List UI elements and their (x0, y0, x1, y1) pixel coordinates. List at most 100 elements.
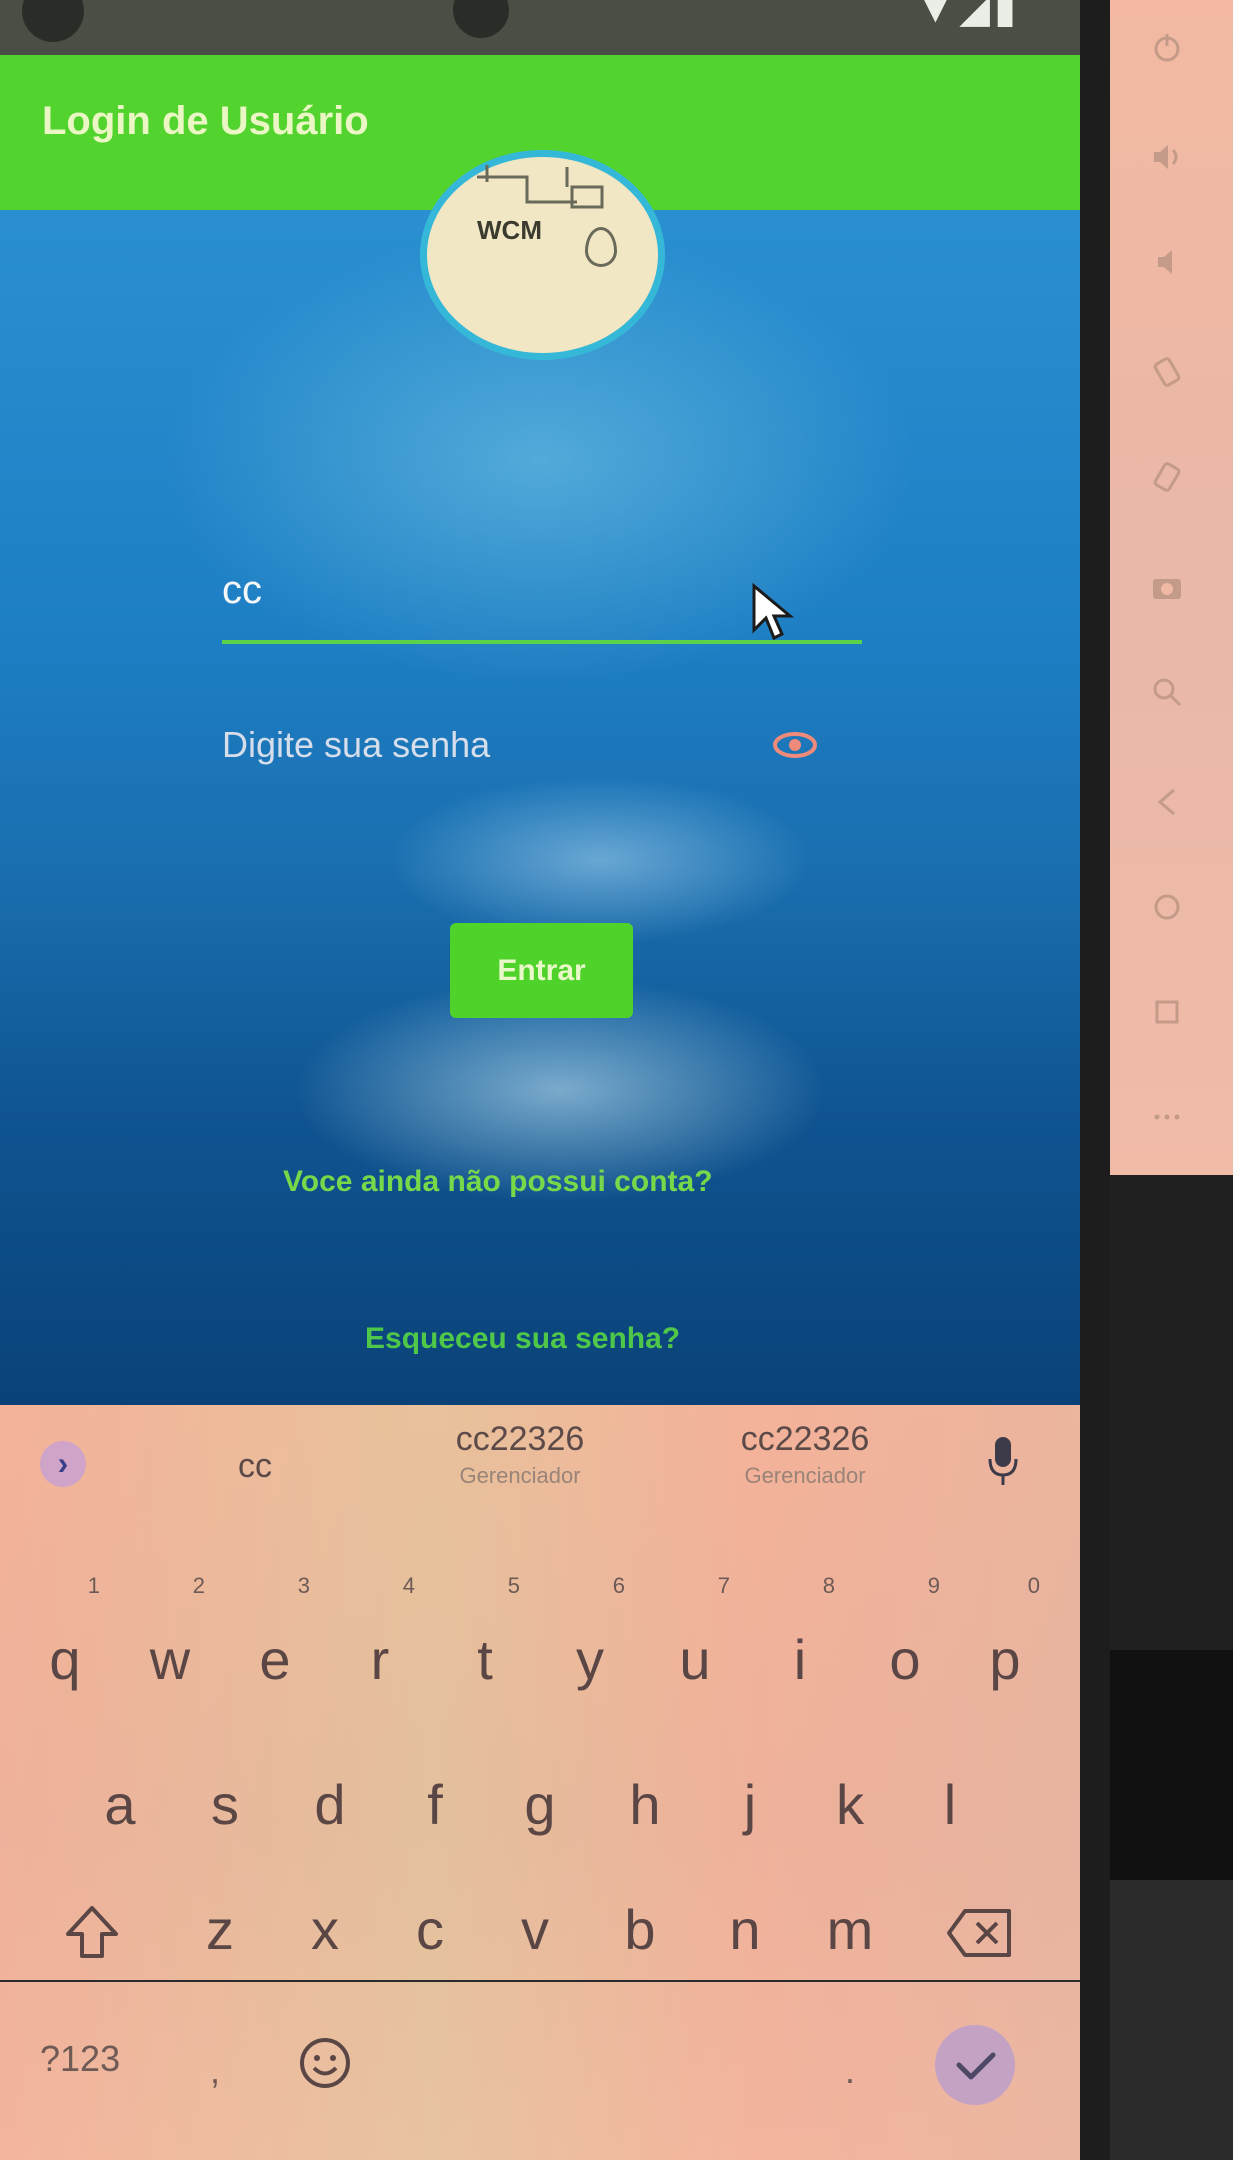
home-icon[interactable] (1150, 890, 1184, 924)
key-s[interactable]: s (180, 1750, 270, 1860)
suggestion-text: cc22326 (455, 1420, 585, 1458)
key-o[interactable]: 9o (860, 1575, 950, 1715)
desktop-side-panel (1080, 0, 1233, 2160)
key-v[interactable]: v (490, 1875, 580, 1985)
power-icon[interactable] (1150, 30, 1184, 64)
volume-up-icon[interactable] (1150, 140, 1184, 174)
shift-icon[interactable] (62, 1902, 122, 1962)
wifi-icon: ▼ (915, 0, 960, 31)
key-d[interactable]: d (285, 1750, 375, 1860)
key-label: e (259, 1628, 291, 1691)
rotate-left-icon[interactable] (1150, 355, 1184, 389)
key-p[interactable]: 0p (960, 1575, 1050, 1715)
signal-icon: ◢ (959, 0, 994, 31)
key-b[interactable]: b (595, 1875, 685, 1985)
logo-text: WCM (477, 215, 542, 245)
key-label: r (370, 1628, 390, 1691)
suggestion-item[interactable]: cc (190, 1447, 320, 1486)
key-label: w (149, 1628, 191, 1691)
key-label: p (989, 1628, 1021, 1691)
key-n[interactable]: n (700, 1875, 790, 1985)
more-icon[interactable] (1150, 1100, 1184, 1134)
front-camera (453, 0, 509, 38)
key-q[interactable]: 1q (20, 1575, 110, 1715)
key-hint: 6 (612, 1573, 625, 1598)
key-y[interactable]: 6y (545, 1575, 635, 1715)
logo-drawing (477, 165, 604, 209)
key-hint: 8 (822, 1573, 835, 1598)
key-f[interactable]: f (390, 1750, 480, 1860)
suggestion-source: Gerenciador (459, 1463, 581, 1488)
key-hint: 7 (717, 1573, 730, 1598)
key-label: u (679, 1628, 711, 1691)
desktop-background (1110, 1650, 1233, 1880)
key-label: t (477, 1628, 493, 1691)
backspace-icon[interactable] (945, 1905, 1015, 1961)
water-drop-icon (585, 227, 617, 267)
key-hint: 4 (402, 1573, 415, 1598)
key-w[interactable]: 2w (125, 1575, 215, 1715)
emoji-icon[interactable] (297, 2035, 353, 2091)
key-c[interactable]: c (385, 1875, 475, 1985)
key-e[interactable]: 3e (230, 1575, 320, 1715)
status-bar: ▼◢▮ (0, 0, 1080, 55)
period-key[interactable]: . (845, 2050, 855, 2092)
key-hint: 0 (1027, 1573, 1040, 1598)
key-h[interactable]: h (600, 1750, 690, 1860)
key-z[interactable]: z (175, 1875, 265, 1985)
key-hint: 3 (297, 1573, 310, 1598)
chevron-right-icon[interactable]: › (40, 1441, 86, 1487)
key-label: o (889, 1628, 921, 1691)
symbols-key[interactable]: ?123 (40, 2038, 120, 2080)
desktop-background (1110, 1175, 1233, 1650)
keyboard-divider (0, 1980, 1080, 1982)
key-hint: 1 (87, 1573, 100, 1598)
notification-icon (22, 0, 84, 42)
key-l[interactable]: l (905, 1750, 995, 1860)
battery-icon: ▮ (993, 0, 1020, 31)
emulator-toolbar (1110, 0, 1233, 1175)
soft-keyboard: › cc cc22326 Gerenciador cc22326 Gerenci… (0, 1405, 1080, 2160)
key-label: q (49, 1628, 81, 1691)
eye-icon[interactable] (770, 725, 820, 765)
volume-down-icon[interactable] (1150, 245, 1184, 279)
key-i[interactable]: 8i (755, 1575, 845, 1715)
zoom-icon[interactable] (1150, 675, 1184, 709)
suggestion-item[interactable]: cc22326 Gerenciador (395, 1420, 645, 1489)
app-title: Login de Usuário (42, 99, 369, 143)
key-k[interactable]: k (805, 1750, 895, 1860)
key-u[interactable]: 7u (650, 1575, 740, 1715)
back-icon[interactable] (1150, 785, 1184, 819)
phone-screen: ▼◢▮ Login de Usuário WCM Entrar Voce ain… (0, 0, 1080, 2160)
suggestion-text: cc22326 (740, 1420, 870, 1458)
overview-icon[interactable] (1150, 995, 1184, 1029)
enter-button[interactable]: Entrar (450, 923, 633, 1018)
rotate-right-icon[interactable] (1150, 460, 1184, 494)
camera-icon[interactable] (1150, 570, 1184, 604)
login-screen: WCM Entrar Voce ainda não possui conta? … (0, 150, 1080, 1405)
key-hint: 5 (507, 1573, 520, 1598)
key-label: i (793, 1628, 807, 1691)
forgot-password-link[interactable]: Esqueceu sua senha? (365, 1322, 680, 1356)
comma-key[interactable]: , (210, 2050, 220, 2092)
suggestion-source: Gerenciador (744, 1463, 866, 1488)
signup-prompt[interactable]: Voce ainda não possui conta? (283, 1165, 713, 1199)
password-input[interactable] (222, 715, 782, 775)
key-g[interactable]: g (495, 1750, 585, 1860)
checkmark-icon (956, 2052, 996, 2080)
wcm-logo: WCM (420, 150, 665, 360)
status-icons: ▼◢▮ (916, 0, 1020, 32)
key-a[interactable]: a (75, 1750, 165, 1860)
key-j[interactable]: j (705, 1750, 795, 1860)
keyboard-enter-key[interactable] (935, 2025, 1015, 2105)
key-x[interactable]: x (280, 1875, 370, 1985)
key-label: y (576, 1628, 604, 1691)
desktop-background (1110, 1880, 1233, 2160)
microphone-icon[interactable] (985, 1433, 1021, 1489)
key-t[interactable]: 5t (440, 1575, 530, 1715)
key-hint: 2 (192, 1573, 205, 1598)
suggestion-item[interactable]: cc22326 Gerenciador (680, 1420, 930, 1489)
key-r[interactable]: 4r (335, 1575, 425, 1715)
key-m[interactable]: m (805, 1875, 895, 1985)
mouse-cursor-icon (752, 582, 794, 641)
